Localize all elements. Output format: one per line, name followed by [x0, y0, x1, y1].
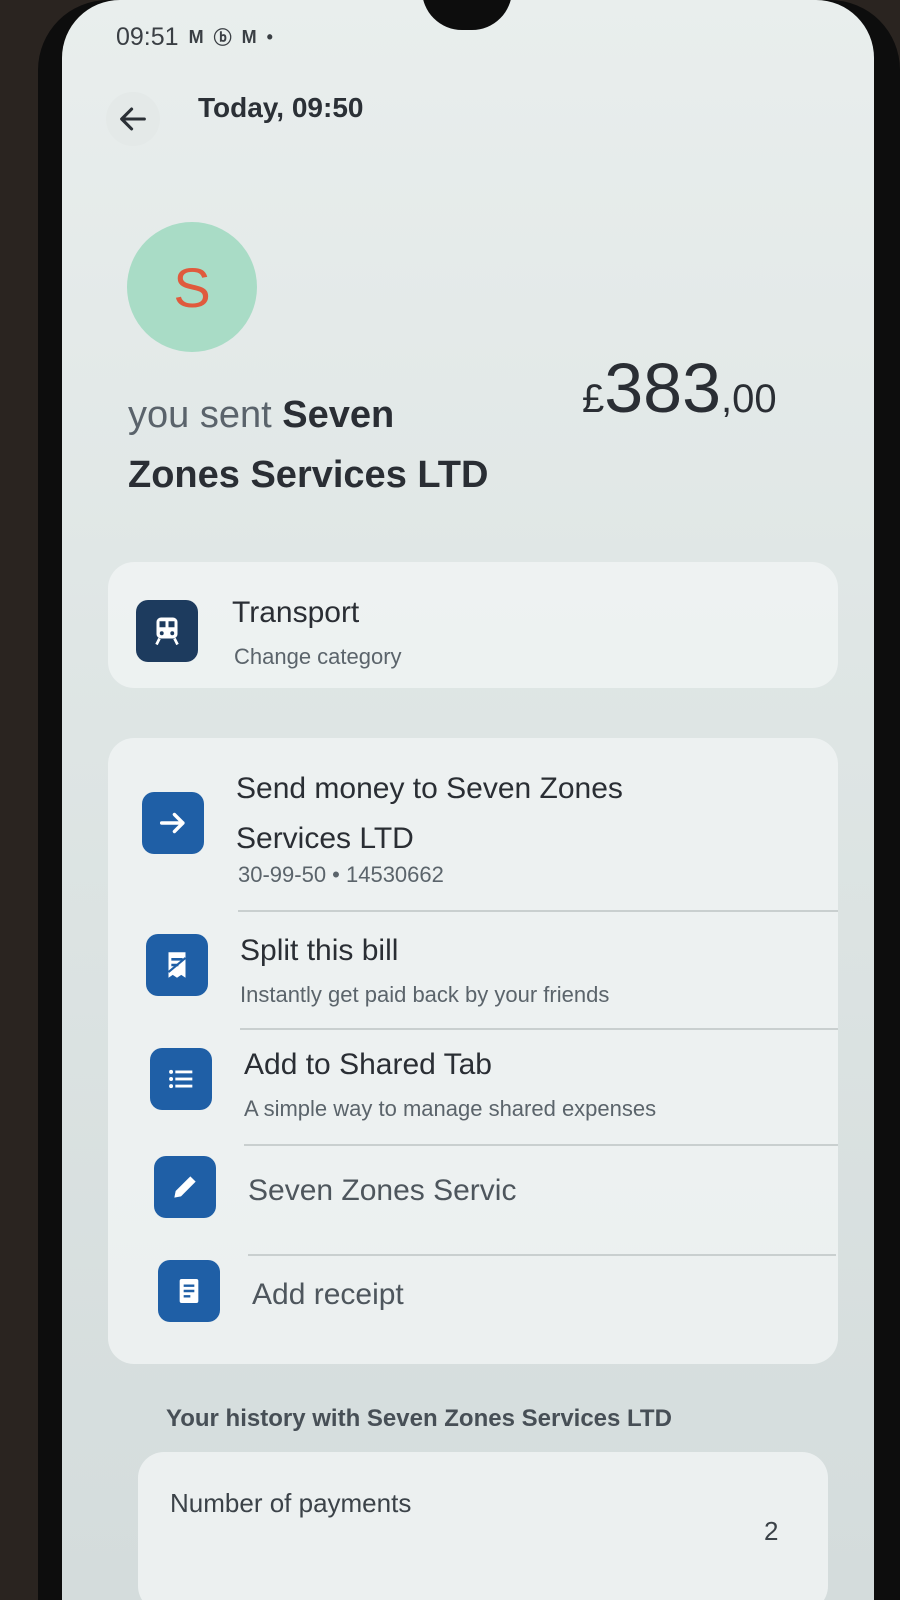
camera-notch — [422, 0, 512, 30]
notification-icon: ⓑ — [213, 28, 232, 48]
transaction-headline: you sent Seven Zones Services LTD — [128, 385, 548, 505]
arrow-right-icon[interactable] — [142, 792, 204, 854]
number-of-payments-value: 2 — [764, 1516, 779, 1546]
back-arrow-icon — [120, 107, 146, 131]
receipt-icon[interactable] — [158, 1260, 220, 1322]
amount-whole: 383 — [604, 349, 722, 427]
account-details: 30-99-50 • 14530662 — [238, 862, 444, 887]
send-money-title[interactable]: Send money to Seven Zones Services LTD — [236, 764, 623, 864]
split-bill-title[interactable]: Split this bill — [240, 934, 398, 968]
payee-name-field[interactable]: Seven Zones Servic — [248, 1174, 516, 1208]
shared-tab-subtitle: A simple way to manage shared expenses — [244, 1096, 657, 1121]
category-card[interactable]: Transport Change category — [108, 562, 838, 688]
number-of-payments-label: Number of payments — [170, 1488, 412, 1518]
split-bill-subtitle: Instantly get paid back by your friends — [240, 982, 610, 1007]
status-time: 09:51 — [116, 22, 179, 51]
split-bill-icon[interactable] — [146, 934, 208, 996]
send-money-title-line1: Send money to Seven Zones — [236, 772, 623, 805]
send-money-title-line2: Services LTD — [236, 822, 414, 855]
sent-prefix: you sent — [128, 394, 283, 436]
actions-card: Send money to Seven Zones Services LTD 3… — [108, 738, 838, 1364]
payee-name-line1: Seven — [282, 394, 395, 436]
screen: 09:51 M ⓑ M • Today, 09:50 S you sent Se… — [62, 0, 874, 1600]
change-category-link[interactable]: Change category — [234, 644, 402, 670]
divider — [248, 1254, 836, 1256]
divider — [240, 1028, 838, 1030]
list-icon[interactable] — [150, 1048, 212, 1110]
status-bar: 09:51 M ⓑ M • — [116, 20, 273, 54]
history-card — [138, 1452, 828, 1600]
pencil-icon[interactable] — [154, 1156, 216, 1218]
avatar-initial: S — [173, 255, 211, 319]
avatar: S — [127, 222, 257, 352]
divider — [244, 1144, 838, 1146]
add-receipt-button[interactable]: Add receipt — [252, 1278, 404, 1312]
amount-currency: £ — [582, 377, 605, 421]
gmail-notification-icon: M — [241, 26, 257, 47]
shared-tab-title[interactable]: Add to Shared Tab — [244, 1048, 492, 1082]
transaction-amount: £383,00 — [582, 348, 777, 428]
gmail-notification-icon: M — [188, 26, 204, 47]
history-title: Your history with Seven Zones Services L… — [166, 1405, 672, 1432]
dot-icon: • — [266, 26, 273, 47]
train-icon — [136, 600, 198, 662]
category-title: Transport — [232, 596, 360, 629]
amount-fraction: ,00 — [721, 377, 777, 421]
divider — [238, 910, 838, 912]
back-button[interactable] — [106, 92, 160, 146]
payee-name-line2: Zones Services LTD — [128, 454, 489, 496]
page-title: Today, 09:50 — [198, 92, 364, 123]
